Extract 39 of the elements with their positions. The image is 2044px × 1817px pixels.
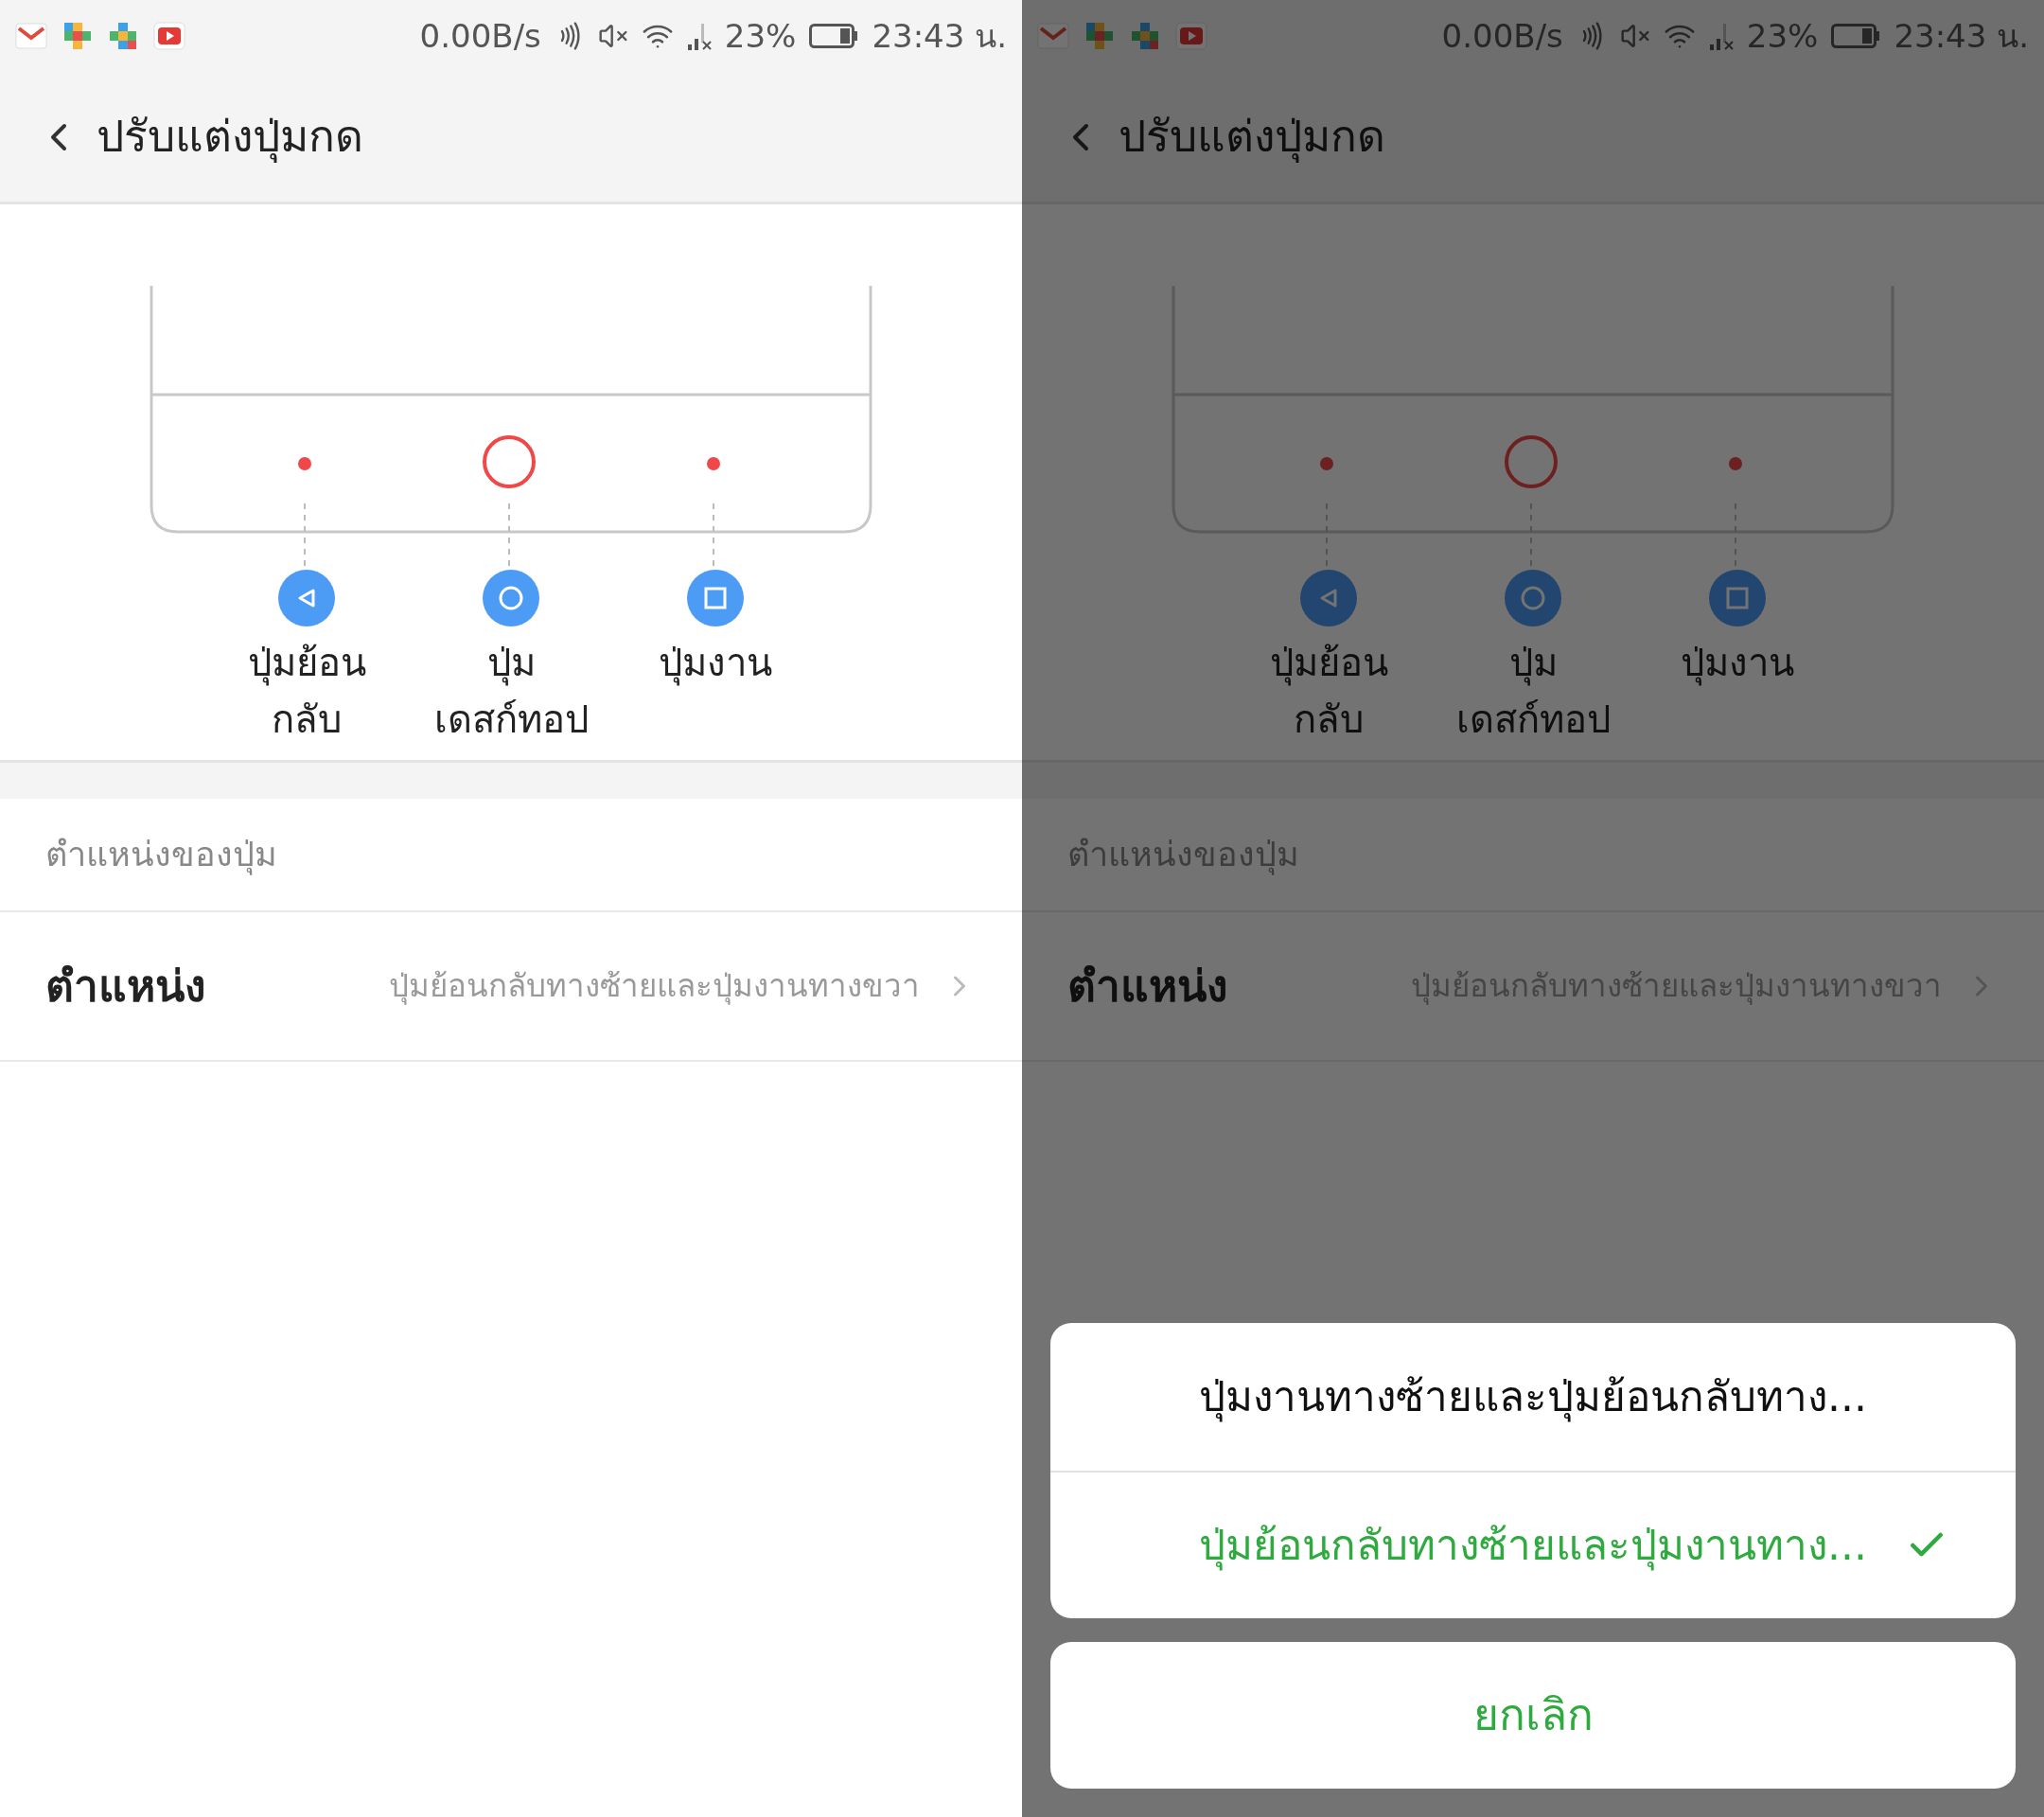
back-key-icon[interactable] xyxy=(278,570,335,626)
page-title: ปรับแต่งปุ่มกด xyxy=(1119,110,1385,165)
mail-icon xyxy=(15,23,47,49)
section-label: ตำแหน่งของปุ่ม xyxy=(45,834,277,877)
page-title: ปรับแต่งปุ่มกด xyxy=(97,110,363,165)
row-label: ตำแหน่ง xyxy=(45,959,205,1014)
clock: 23:43 น. xyxy=(1894,15,2029,57)
option-item[interactable]: ปุ่มย้อนกลับทางซ้ายและปุ่มงานทาง... xyxy=(1050,1471,2016,1618)
battery-icon xyxy=(809,24,859,48)
network-speed: 0.00B/s xyxy=(1441,15,1563,57)
play-icon xyxy=(1175,22,1207,50)
key-label: ปุ่มย้อน กลับ xyxy=(247,640,366,743)
battery-percent: 23% xyxy=(1746,15,1819,57)
key-label: ปุ่ม เดสก์ทอป xyxy=(1455,640,1611,743)
network-speed: 0.00B/s xyxy=(419,15,541,57)
puzzle-icon xyxy=(1130,21,1160,51)
signal-icon xyxy=(1708,22,1734,50)
signal-icon xyxy=(686,22,712,50)
battery-percent: 23% xyxy=(724,15,797,57)
cancel-button[interactable]: ยกเลิก xyxy=(1050,1642,2016,1789)
puzzle-icon xyxy=(62,21,93,51)
key-label: ปุ่ม เดสก์ทอป xyxy=(433,640,589,743)
key-label: ปุ่มงาน xyxy=(1681,640,1794,688)
mail-icon xyxy=(1037,23,1069,49)
back-key-icon[interactable] xyxy=(1300,570,1357,626)
home-key-icon[interactable] xyxy=(1505,570,1561,626)
clock: 23:43 น. xyxy=(872,15,1007,57)
recent-apps-key-icon[interactable] xyxy=(687,570,744,626)
puzzle-icon xyxy=(108,21,138,51)
battery-icon xyxy=(1831,24,1881,48)
key-label: ปุ่มย้อน กลับ xyxy=(1269,640,1388,743)
puzzle-icon xyxy=(1084,21,1115,51)
key-label: ปุ่มงาน xyxy=(659,640,772,688)
recent-apps-key-icon[interactable] xyxy=(1709,570,1766,626)
home-key-icon[interactable] xyxy=(483,570,539,626)
row-label: ตำแหน่ง xyxy=(1067,959,1227,1014)
row-value: ปุ่มย้อนกลับทางซ้ายและปุ่มงานทางขวา xyxy=(389,966,920,1007)
play-icon xyxy=(153,22,185,50)
option-item[interactable]: ปุ่มงานทางซ้ายและปุ่มย้อนกลับทาง... xyxy=(1050,1323,2016,1471)
